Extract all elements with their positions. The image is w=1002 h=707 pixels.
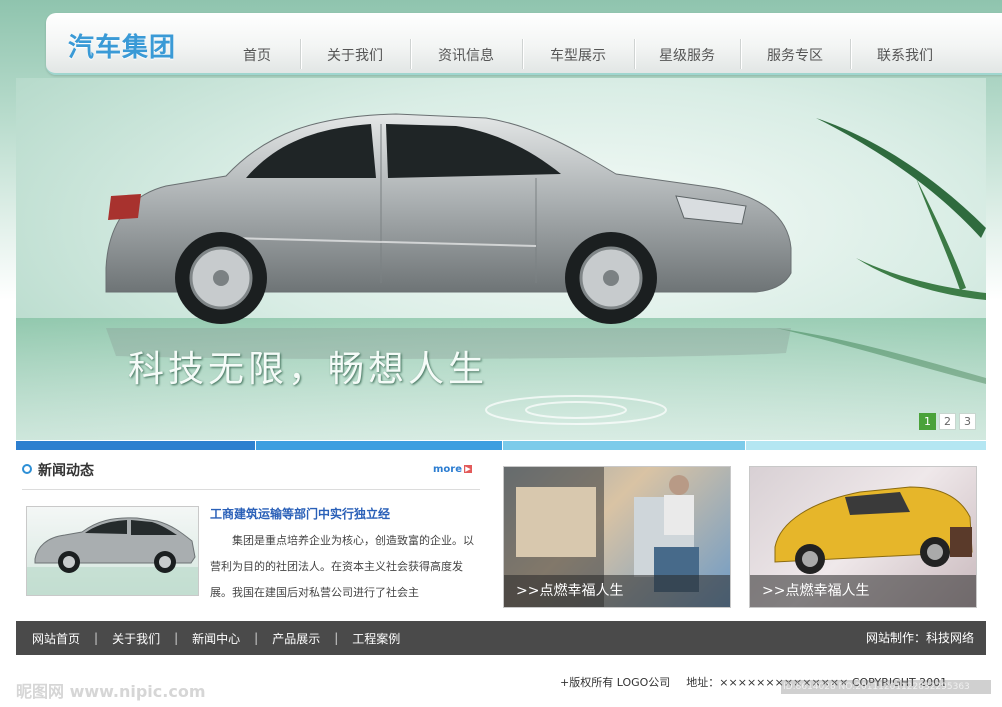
color-strip [16,441,986,450]
news-summary: 集团是重点培养企业为核心，创造致富的企业。以营利为目的的社团法人。在资本主义社会… [210,534,474,599]
pager-button-2[interactable]: 2 [939,413,956,430]
footer-link-about[interactable]: 关于我们 [112,630,160,647]
footer-link-home[interactable]: 网站首页 [32,630,80,647]
news-bullet-icon [22,464,32,474]
copyright-text: +版权所有 LOGO公司 [560,676,671,689]
nav-models[interactable]: 车型展示 [522,13,634,75]
strip-segment-2 [255,441,502,450]
site-header: 汽车集团 首页 关于我们 资讯信息 车型展示 星级服务 服务专区 联系我们 [46,13,1002,75]
footer-separator: | [254,631,259,645]
pager-button-3[interactable]: 3 [959,413,976,430]
news-thumbnail[interactable] [26,506,199,596]
footer-separator: | [174,631,179,645]
footer-bar: 网站首页 | 关于我们 | 新闻中心 | 产品展示 | 工程案例 网站制作：科技… [16,621,986,655]
nav-contact[interactable]: 联系我们 [850,13,960,75]
nav-news[interactable]: 资讯信息 [410,13,522,75]
more-label[interactable]: more [433,464,462,475]
news-section-title: 新闻动态 [38,463,94,479]
strip-segment-1 [16,441,255,450]
strip-segment-4 [746,441,986,450]
footer-links: 网站首页 | 关于我们 | 新闻中心 | 产品展示 | 工程案例 [32,621,400,655]
news-headline-link[interactable]: 工商建筑运输等部门中实行独立经 [210,505,390,522]
strip-segment-3 [502,441,746,450]
footer-link-products[interactable]: 产品展示 [272,630,320,647]
nav-about[interactable]: 关于我们 [300,13,410,75]
footer-link-news[interactable]: 新闻中心 [192,630,240,647]
nav-service-zone[interactable]: 服务专区 [740,13,850,75]
more-arrow-icon: ▶ [464,465,472,473]
watermark-left: 昵图网 www.nipic.com [16,682,206,701]
nav-service[interactable]: 星级服务 [634,13,740,75]
main-nav: 首页 关于我们 资讯信息 车型展示 星级服务 服务专区 联系我们 [214,13,960,75]
news-car-image [27,517,198,595]
pager-button-1[interactable]: 1 [919,413,936,430]
banner-slogan: 科技无限，畅想人生 [128,349,489,390]
footer-link-cases[interactable]: 工程案例 [352,630,400,647]
banner-pager: 1 2 3 [919,413,976,430]
site-logo[interactable]: 汽车集团 [68,27,176,64]
promo-card-2[interactable]: >>点燃幸福人生 [749,466,977,608]
promo-caption-2: >>点燃幸福人生 [750,575,976,607]
nav-home[interactable]: 首页 [214,13,300,75]
news-header: 新闻动态 more ▶ [22,460,480,490]
footer-separator: | [334,631,339,645]
hero-banner[interactable]: 科技无限，畅想人生 1 2 3 [16,78,986,440]
footer-separator: | [94,631,99,645]
news-more-link[interactable]: more ▶ [433,464,472,475]
watermark-right: ID:8614028 NO:20111201122832295363 [781,680,991,694]
promo-card-1[interactable]: >>点燃幸福人生 [503,466,731,608]
promo-caption-1: >>点燃幸福人生 [504,575,730,607]
footer-credit: 网站制作：科技网络 [865,631,974,645]
